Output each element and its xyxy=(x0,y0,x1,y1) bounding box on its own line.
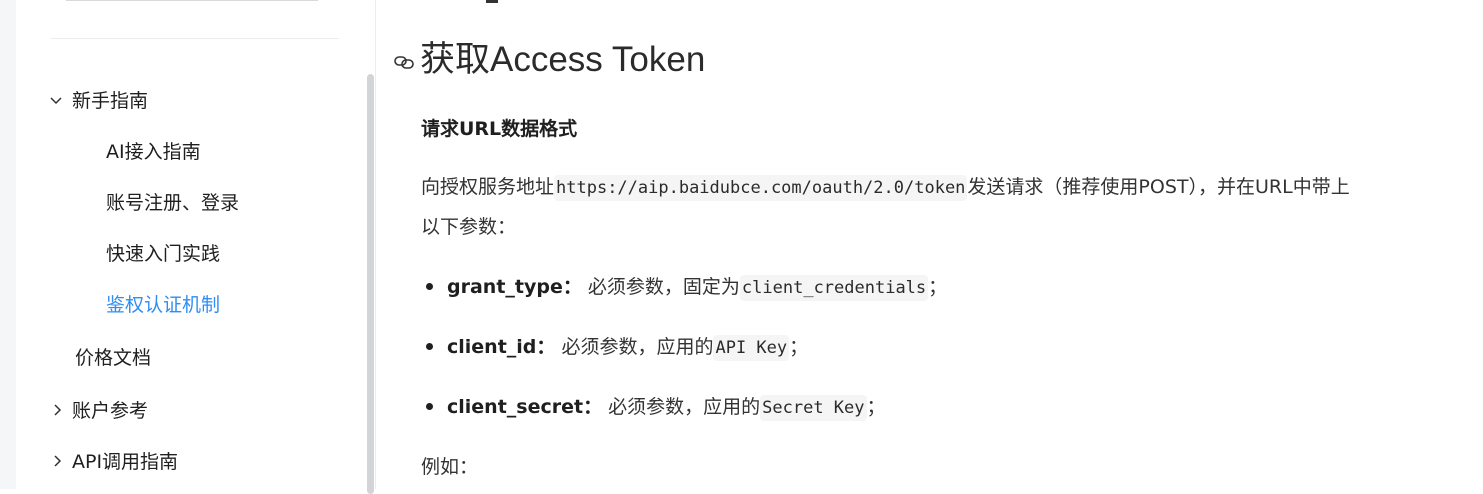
param-end: ； xyxy=(928,276,948,298)
chevron-down-icon[interactable] xyxy=(48,93,64,109)
param-name: client_secret： xyxy=(447,396,603,418)
intro-prefix: 向授权服务地址 xyxy=(421,176,555,198)
sidebar-item-api-call-guide[interactable]: API调用指南 xyxy=(72,450,178,474)
param-desc: 必须参数，固定为 xyxy=(587,276,740,298)
sidebar-item-account-reference[interactable]: 账户参考 xyxy=(72,399,148,423)
sidebar: 新手指南 AI接入指南 账号注册、登录 快速入门实践 鉴权认证机制 价格文档 账… xyxy=(0,0,376,494)
param-desc: 必须参数，应用的 xyxy=(608,396,761,418)
param-code: client_credentials xyxy=(739,275,929,301)
bullet-icon xyxy=(426,402,433,410)
sidebar-item-beginner-guide[interactable]: 新手指南 xyxy=(72,89,148,113)
section-subheading: 请求URL数据格式 xyxy=(421,118,578,140)
param-code: Secret Key xyxy=(760,395,867,421)
param-name: client_id： xyxy=(447,336,556,358)
bullet-icon xyxy=(426,282,433,290)
param-end: ； xyxy=(866,396,886,418)
param-end: ； xyxy=(789,336,809,358)
auth-url-code: https://aip.baidubce.com/oauth/2.0/token xyxy=(554,175,968,201)
sidebar-item-auth-mechanism[interactable]: 鉴权认证机制 xyxy=(106,293,220,317)
list-item: grant_type： 必须参数，固定为 client_credentials； xyxy=(426,272,947,303)
sidebar-item-ai-access-guide[interactable]: AI接入指南 xyxy=(106,140,201,164)
list-item: client_id： 必须参数，应用的 API Key； xyxy=(426,332,808,363)
previous-section-text xyxy=(486,0,498,3)
sidebar-item-quick-start[interactable]: 快速入门实践 xyxy=(106,242,220,266)
param-name: grant_type： xyxy=(447,276,582,298)
sidebar-divider xyxy=(51,38,339,39)
intro-suffix: 发送请求（推荐使用POST），并在URL中带上 xyxy=(967,176,1350,198)
link-icon[interactable] xyxy=(392,50,416,74)
search-box-edge[interactable] xyxy=(66,0,318,1)
param-desc: 必须参数，应用的 xyxy=(561,336,714,358)
list-item: client_secret： 必须参数，应用的 Secret Key； xyxy=(426,392,886,423)
param-code: API Key xyxy=(713,335,790,361)
intro-paragraph: 向授权服务地址 https://aip.baidubce.com/oauth/2.… xyxy=(421,172,1350,203)
sidebar-item-pricing[interactable]: 价格文档 xyxy=(75,346,151,370)
bullet-icon xyxy=(426,342,433,350)
example-label: 例如： xyxy=(421,456,479,478)
intro-paragraph-continued: 以下参数： xyxy=(421,216,517,238)
page-title: 获取Access Token xyxy=(420,40,706,79)
chevron-right-icon[interactable] xyxy=(50,453,66,469)
sidebar-item-account-register[interactable]: 账号注册、登录 xyxy=(106,191,239,215)
sidebar-gutter xyxy=(0,0,16,489)
main-content: 获取Access Token 请求URL数据格式 向授权服务地址 https://… xyxy=(376,0,1483,489)
chevron-right-icon[interactable] xyxy=(50,402,66,418)
sidebar-scrollbar[interactable] xyxy=(367,74,374,494)
